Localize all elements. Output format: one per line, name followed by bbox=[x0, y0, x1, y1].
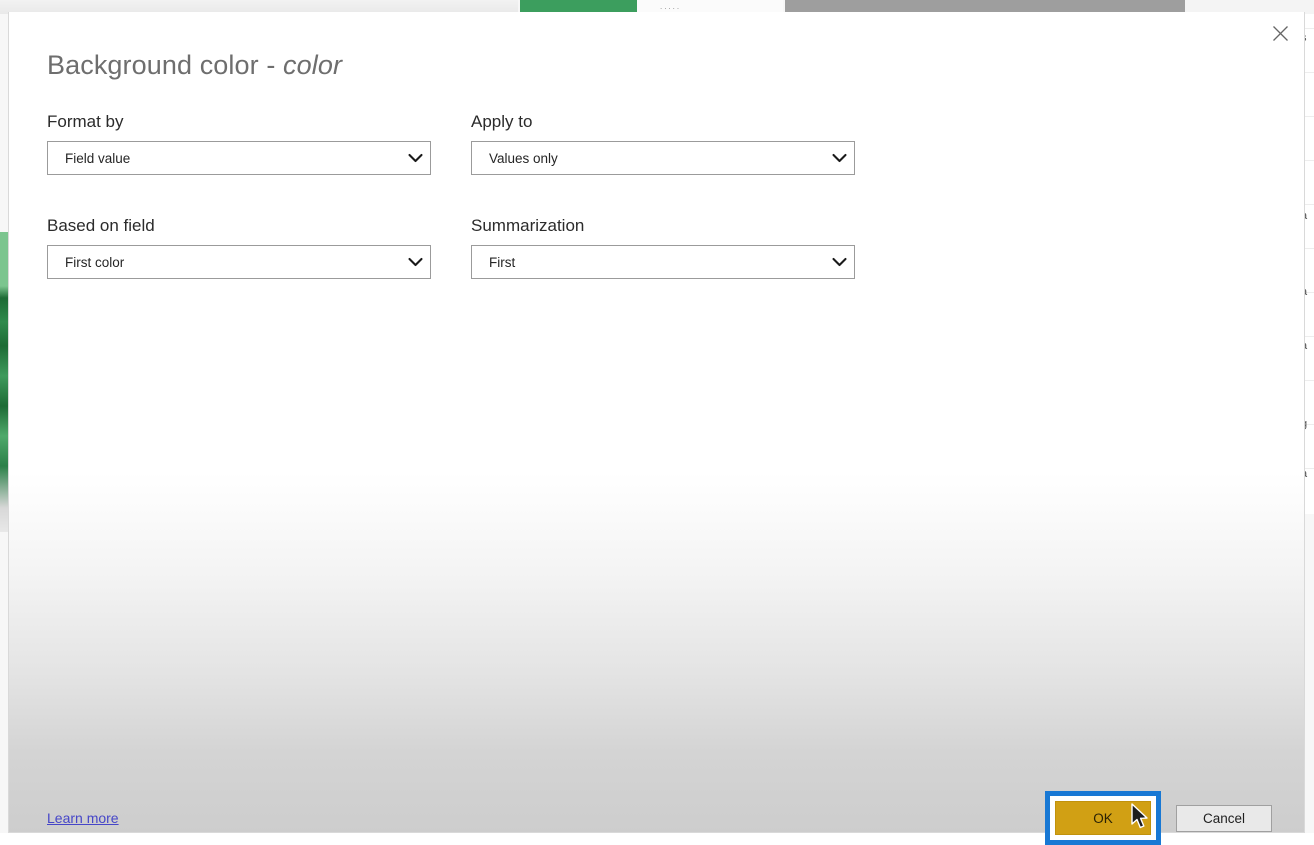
field-group-apply-to: Apply to Values only bbox=[471, 112, 855, 175]
background-color-dialog: Background color - color Format by Field… bbox=[8, 12, 1305, 833]
select-summarization-value: First bbox=[472, 255, 824, 270]
field-group-summarization: Summarization First bbox=[471, 216, 855, 279]
chevron-down-icon bbox=[400, 153, 430, 163]
chevron-down-icon bbox=[824, 153, 854, 163]
ok-button[interactable]: OK bbox=[1055, 801, 1151, 835]
field-group-based-on-field: Based on field First color bbox=[47, 216, 431, 279]
cancel-button[interactable]: Cancel bbox=[1176, 805, 1272, 832]
page-title: Background color - color bbox=[47, 50, 342, 81]
select-summarization[interactable]: First bbox=[471, 245, 855, 279]
select-apply-to-value: Values only bbox=[472, 151, 824, 166]
select-based-on-field[interactable]: First color bbox=[47, 245, 431, 279]
select-format-by[interactable]: Field value bbox=[47, 141, 431, 175]
label-summarization: Summarization bbox=[471, 216, 855, 236]
select-based-on-field-value: First color bbox=[48, 255, 400, 270]
ribbon-dots: ..... bbox=[660, 4, 681, 10]
select-apply-to[interactable]: Values only bbox=[471, 141, 855, 175]
field-group-format-by: Format by Field value bbox=[47, 112, 431, 175]
chevron-down-icon bbox=[400, 257, 430, 267]
chevron-down-icon bbox=[824, 257, 854, 267]
learn-more-link[interactable]: Learn more bbox=[47, 810, 119, 826]
label-based-on-field: Based on field bbox=[47, 216, 431, 236]
close-icon[interactable] bbox=[1260, 16, 1300, 50]
dialog-title-emphasis: color bbox=[283, 50, 342, 80]
label-apply-to: Apply to bbox=[471, 112, 855, 132]
ok-button-focus-ring: OK bbox=[1045, 791, 1161, 845]
label-format-by: Format by bbox=[47, 112, 431, 132]
select-format-by-value: Field value bbox=[48, 151, 400, 166]
dialog-title-main: Background color - bbox=[47, 50, 283, 80]
